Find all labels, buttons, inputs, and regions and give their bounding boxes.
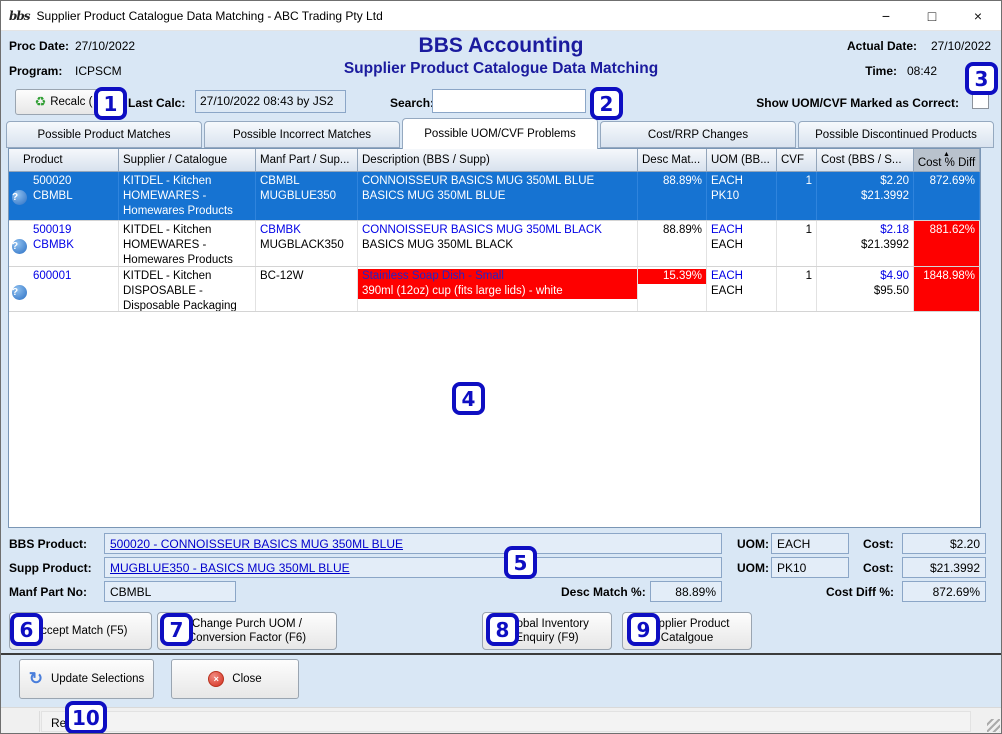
callout-5: 5 bbox=[504, 546, 537, 579]
manf-part-label: Manf Part No: bbox=[9, 585, 87, 599]
cell-cost-diff: 872.69% bbox=[914, 172, 980, 220]
tab-possible-discontinued-products[interactable]: Possible Discontinued Products bbox=[798, 121, 994, 148]
app-window: bbs Supplier Product Catalogue Data Matc… bbox=[0, 0, 1002, 734]
recycle-icon: ♻ bbox=[35, 94, 47, 110]
desc-match-label: Desc Match %: bbox=[561, 585, 646, 599]
close-label: Close bbox=[232, 673, 261, 685]
uom-label-2: UOM: bbox=[737, 561, 769, 575]
uom-field-1: EACH bbox=[771, 533, 849, 554]
cost-field-1: $2.20 bbox=[902, 533, 986, 554]
cost-label-1: Cost: bbox=[863, 537, 894, 551]
update-selections-button[interactable]: ↻ Update Selections bbox=[19, 659, 154, 699]
col-header-product[interactable]: Product bbox=[9, 149, 119, 172]
tab-possible-incorrect-matches[interactable]: Possible Incorrect Matches bbox=[204, 121, 400, 148]
resize-grip[interactable] bbox=[987, 719, 1000, 732]
close-x-icon: × bbox=[208, 671, 224, 687]
bbs-product-label: BBS Product: bbox=[9, 537, 87, 551]
tab-cost-rrp-changes[interactable]: Cost/RRP Changes bbox=[600, 121, 796, 148]
question-icon[interactable]: ? bbox=[12, 285, 27, 300]
separator-line bbox=[1, 653, 1002, 655]
callout-2: 2 bbox=[590, 87, 623, 120]
callout-4: 4 bbox=[452, 382, 485, 415]
col-header-description[interactable]: Description (BBS / Supp) bbox=[358, 149, 638, 172]
table-row[interactable]: ? 600001 KITDEL - Kitchen DISPOSABLE - D… bbox=[9, 267, 980, 312]
actual-date-label: Actual Date: bbox=[847, 39, 917, 53]
last-calc-field: 27/10/2022 08:43 by JS2 bbox=[195, 90, 346, 113]
callout-1: 1 bbox=[94, 87, 127, 120]
grid-header-row: Product Supplier / Catalogue Manf Part /… bbox=[9, 149, 980, 172]
minimize-button[interactable]: − bbox=[863, 1, 909, 31]
tab-possible-product-matches[interactable]: Possible Product Matches bbox=[6, 121, 202, 148]
time-label: Time: bbox=[865, 64, 897, 78]
last-calc-label: Last Calc: bbox=[128, 96, 185, 110]
cell-supplier: KITDEL - Kitchen DISPOSABLE - Disposable… bbox=[119, 267, 256, 311]
close-button[interactable]: × Close bbox=[171, 659, 299, 699]
supp-product-link[interactable]: MUGBLUE350 - BASICS MUG 350ML BLUE bbox=[104, 557, 722, 578]
table-row[interactable]: ? 500019CBMBK KITDEL - Kitchen HOMEWARES… bbox=[9, 221, 980, 267]
refresh-arrows-icon: ↻ bbox=[29, 669, 43, 689]
tab-possible-uom-cvf-problems[interactable]: Possible UOM/CVF Problems bbox=[402, 118, 598, 149]
col-header-cost-pct-diff-label: Cost % Diff bbox=[918, 158, 975, 168]
col-header-cvf[interactable]: CVF bbox=[777, 149, 817, 172]
callout-6: 6 bbox=[10, 613, 43, 646]
cost-diff-label: Cost Diff %: bbox=[826, 585, 894, 599]
show-uom-cvf-label: Show UOM/CVF Marked as Correct: bbox=[756, 96, 959, 110]
status-bar: Rea bbox=[1, 707, 1002, 734]
callout-7: 7 bbox=[160, 613, 193, 646]
cell-supplier: KITDEL - Kitchen HOMEWARES - Homewares P… bbox=[119, 221, 256, 266]
cost-diff-field: 872.69% bbox=[902, 581, 986, 602]
time-value: 08:42 bbox=[907, 64, 937, 78]
question-icon[interactable]: ? bbox=[12, 239, 27, 254]
recalc-button-label: Recalc ( bbox=[50, 96, 92, 108]
status-panel: Rea bbox=[41, 711, 971, 732]
col-header-desc-match[interactable]: Desc Mat... bbox=[638, 149, 707, 172]
callout-10: 10 bbox=[65, 701, 107, 734]
manf-part-field: CBMBL bbox=[104, 581, 236, 602]
titlebar[interactable]: bbs Supplier Product Catalogue Data Matc… bbox=[1, 1, 1001, 31]
callout-9: 9 bbox=[627, 613, 660, 646]
maximize-button[interactable]: □ bbox=[909, 1, 955, 31]
actual-date-value: 27/10/2022 bbox=[931, 39, 991, 53]
uom-label-1: UOM: bbox=[737, 537, 769, 551]
results-grid: Product Supplier / Catalogue Manf Part /… bbox=[8, 148, 981, 528]
search-input[interactable] bbox=[432, 89, 586, 113]
cell-desc-match: 15.39% bbox=[638, 267, 707, 311]
cell-cost-diff: 1848.98% bbox=[914, 267, 980, 311]
col-header-cost-pct-diff[interactable]: ▲ Cost % Diff bbox=[914, 149, 980, 172]
window-title: Supplier Product Catalogue Data Matching… bbox=[37, 9, 383, 23]
cell-desc-match: 88.89% bbox=[638, 221, 707, 266]
app-logo-icon: bbs bbox=[9, 9, 30, 23]
cell-cost-diff: 881.62% bbox=[914, 221, 980, 266]
update-selections-label: Update Selections bbox=[51, 673, 144, 685]
close-window-button[interactable]: × bbox=[955, 1, 1001, 31]
desc-match-field: 88.89% bbox=[650, 581, 722, 602]
question-icon[interactable]: ? bbox=[12, 190, 27, 205]
uom-field-2: PK10 bbox=[771, 557, 849, 578]
cell-supplier: KITDEL - Kitchen HOMEWARES - Homewares P… bbox=[119, 172, 256, 220]
cell-desc-match: 88.89% bbox=[638, 172, 707, 220]
supp-product-label: Supp Product: bbox=[9, 561, 92, 575]
search-label: Search: bbox=[390, 96, 434, 110]
table-row[interactable]: ? 500020CBMBL KITDEL - Kitchen HOMEWARES… bbox=[9, 172, 980, 221]
cost-label-2: Cost: bbox=[863, 561, 894, 575]
cost-field-2: $21.3992 bbox=[902, 557, 986, 578]
col-header-supplier-catalogue[interactable]: Supplier / Catalogue bbox=[119, 149, 256, 172]
col-header-uom[interactable]: UOM (BB... bbox=[707, 149, 777, 172]
col-header-manf-part[interactable]: Manf Part / Sup... bbox=[256, 149, 358, 172]
callout-3: 3 bbox=[965, 62, 998, 95]
page-title: Supplier Product Catalogue Data Matching bbox=[1, 60, 1001, 78]
callout-8: 8 bbox=[486, 613, 519, 646]
status-divider bbox=[39, 711, 40, 732]
col-header-cost[interactable]: Cost (BBS / S... bbox=[817, 149, 914, 172]
bbs-product-link[interactable]: 500020 - CONNOISSEUR BASICS MUG 350ML BL… bbox=[104, 533, 722, 554]
